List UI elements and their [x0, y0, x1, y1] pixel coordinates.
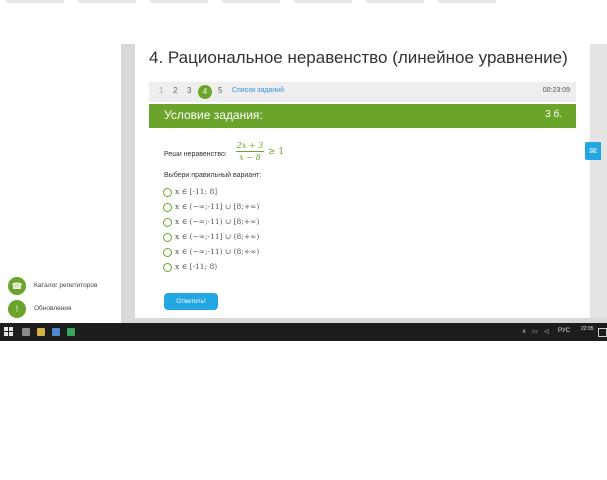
chrome-icon[interactable] — [67, 328, 75, 336]
option-label: x ∈ [-11; 8) — [175, 262, 218, 271]
task-link-4-active[interactable]: 4 — [198, 85, 212, 99]
network-icon[interactable]: ∧ — [522, 328, 526, 335]
battery-icon[interactable]: ▭ — [532, 328, 538, 335]
timer: 00:23:09 — [542, 87, 570, 94]
sidebar-item-updates[interactable]: ! Обновления — [8, 300, 118, 318]
page-gutter-left — [121, 44, 135, 323]
inequality-fraction: 2x + 3 x − 8 — [236, 141, 264, 162]
file-explorer-icon[interactable] — [37, 328, 45, 336]
taskbar: ∧ ▭ ◁ РУС 22:05 — [0, 323, 607, 341]
option-label: x ∈ (−∞;-11) ∪ [8;+∞) — [175, 217, 260, 226]
task-prompt: Реши неравенство: — [164, 151, 227, 158]
exclamation-icon: ! — [8, 300, 26, 318]
task-link-3[interactable]: 3 — [187, 86, 191, 95]
task-view-icon[interactable] — [22, 328, 30, 336]
radio-button[interactable] — [163, 248, 172, 257]
option-label: x ∈ [-11; 8] — [175, 187, 218, 196]
fraction-numerator: 2x + 3 — [236, 141, 264, 152]
phone-icon: ☎ — [8, 277, 26, 295]
inequality-relation: ≥ 1 — [268, 147, 285, 157]
volume-icon[interactable]: ◁ — [544, 328, 549, 335]
notifications-icon[interactable] — [598, 328, 607, 337]
task-link-5[interactable]: 5 — [218, 86, 222, 95]
sidebar-item-label: Каталог репетиторов — [34, 282, 98, 289]
page-title: 4. Рациональное неравенство (линейное ур… — [149, 48, 568, 67]
task-list-link[interactable]: Список заданий — [232, 87, 284, 94]
task-link-1[interactable]: 1 — [159, 86, 163, 95]
submit-answer-button[interactable]: Ответить! — [164, 293, 218, 310]
page-gutter-right — [590, 44, 607, 323]
radio-button[interactable] — [163, 188, 172, 197]
radio-button[interactable] — [163, 233, 172, 242]
radio-button[interactable] — [163, 203, 172, 212]
radio-button[interactable] — [163, 218, 172, 227]
task-points: 3 б. — [545, 109, 562, 120]
language-indicator[interactable]: РУС — [558, 328, 570, 334]
edge-icon[interactable] — [52, 328, 60, 336]
option-label: x ∈ (−∞;-11] ∪ (8;+∞) — [175, 232, 260, 241]
task-content: Реши неравенство: 2x + 3 x − 8 ≥ 1 Выбер… — [149, 128, 576, 318]
clock[interactable]: 22:05 — [581, 326, 594, 332]
windows-start-icon[interactable] — [4, 327, 13, 336]
option-label: x ∈ (−∞;-11) ∪ (8;+∞) — [175, 247, 260, 256]
task-navigation: 1 2 3 4 5 Список заданий 00:23:09 — [149, 82, 576, 102]
sidebar-item-tutor-catalog[interactable]: ☎ Каталог репетиторов — [8, 277, 118, 295]
mail-icon[interactable]: ✉ — [585, 142, 601, 160]
option-label: x ∈ (−∞;-11] ∪ [8;+∞) — [175, 202, 260, 211]
task-link-2[interactable]: 2 — [173, 86, 177, 95]
choose-label: Выбери правильный вариант: — [164, 172, 262, 179]
sidebar-item-label: Обновления — [34, 305, 72, 312]
radio-button[interactable] — [163, 263, 172, 272]
task-header: Условие задания: 3 б. — [149, 104, 576, 128]
task-header-title: Условие задания: — [164, 108, 263, 122]
fraction-denominator: x − 8 — [239, 153, 261, 162]
